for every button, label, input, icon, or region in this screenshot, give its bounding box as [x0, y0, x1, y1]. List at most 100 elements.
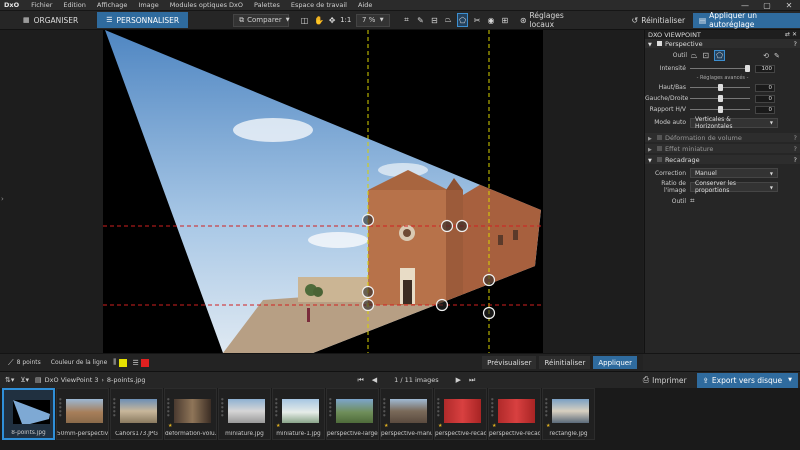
thumbnail-name: rectangle.jpg — [549, 431, 588, 437]
control-point[interactable] — [361, 285, 375, 299]
thumbnail[interactable]: ● ● ● ● ● miniature.jpg — [218, 388, 271, 440]
control-point[interactable] — [482, 273, 496, 287]
grid-overlay-icon[interactable]: ⊞ — [500, 13, 510, 27]
slider-knob[interactable] — [718, 106, 723, 113]
thumbnail[interactable]: ●●●●● ★ perspective-manu... — [380, 388, 433, 440]
slider-knob[interactable] — [745, 65, 750, 72]
gd-slider[interactable] — [690, 95, 750, 102]
control-point[interactable] — [361, 213, 375, 227]
eyedropper-icon[interactable]: ✎ — [415, 13, 425, 27]
help-icon[interactable]: ? — [794, 156, 797, 164]
control-point[interactable] — [482, 306, 496, 320]
recadrage-section-header[interactable]: ▼ Recadrage ? — [645, 155, 800, 164]
ratio-slider[interactable] — [690, 106, 750, 113]
crop-icon[interactable]: ⌗ — [402, 13, 412, 27]
eye-icon[interactable]: ◉ — [486, 13, 496, 27]
ratio-value[interactable]: 0 — [755, 105, 775, 114]
perspective-section-header[interactable]: ▼ Perspective ? — [645, 39, 800, 48]
thumbnail[interactable]: ● ● ● ● ● Cahors173.JPG — [110, 388, 163, 440]
thumbnail[interactable]: ● ● ● ● ● ★ miniature-1.jpg — [272, 388, 325, 440]
control-point[interactable] — [361, 298, 375, 312]
miniature-section-header[interactable]: ▶ Effet miniature ? — [645, 144, 800, 153]
thumbnail[interactable]: ● ● ● ● ● ★ deformation-volu... — [164, 388, 217, 440]
menu-modules-optiques[interactable]: Modules optiques DxO — [170, 1, 243, 9]
print-button[interactable]: ⎙ Imprimer — [643, 375, 687, 385]
enable-checkbox[interactable] — [656, 40, 662, 46]
volume-section-header[interactable]: ▶ Déformation de volume ? — [645, 133, 800, 142]
thumbnail[interactable]: ●●●●● ★ perspective-recad 1 — [434, 388, 487, 440]
hb-slider[interactable] — [690, 84, 750, 91]
points-tool-icon[interactable]: ⟋ — [8, 358, 14, 368]
help-icon[interactable]: ? — [794, 145, 797, 153]
left-panel-toggle-icon[interactable]: › — [1, 195, 4, 203]
split-view-icon[interactable]: ◫ — [299, 13, 310, 27]
next-image-icon[interactable]: ▶ — [456, 376, 461, 384]
perspective-icon[interactable]: ⏢ — [443, 13, 453, 27]
perspective-vertical-icon[interactable]: ⏢ — [691, 51, 697, 61]
menu-aide[interactable]: Aide — [358, 1, 372, 9]
crop-icon[interactable]: ⌗ — [690, 196, 695, 206]
intensity-slider[interactable] — [690, 65, 750, 72]
export-button[interactable]: ⇪ Export vers disque ▼ — [696, 372, 798, 388]
menu-edition[interactable]: Edition — [63, 1, 86, 9]
menu-fichier[interactable]: Fichier — [31, 1, 52, 9]
red-swatch[interactable] — [140, 358, 149, 367]
slider-knob[interactable] — [718, 84, 723, 91]
control-point[interactable] — [440, 219, 454, 233]
perspective-rect-icon[interactable]: ⊡ — [702, 51, 709, 60]
slider-knob[interactable] — [718, 95, 723, 102]
repair-icon[interactable]: ✂ — [472, 13, 482, 27]
help-icon[interactable]: ? — [794, 134, 797, 142]
correction-select[interactable]: Manuel ▼ — [690, 168, 778, 178]
menu-palettes[interactable]: Palettes — [254, 1, 280, 9]
yellow-swatch[interactable] — [118, 358, 127, 367]
maximize-button[interactable]: ▢ — [756, 0, 778, 11]
first-image-icon[interactable]: ⏮ — [357, 376, 363, 385]
mode-select[interactable]: Verticales & Horizontales ▼ — [690, 116, 778, 130]
perspective-points-icon[interactable]: ⬠ — [714, 50, 726, 61]
control-point[interactable] — [455, 219, 469, 233]
disabled-checkbox[interactable] — [656, 156, 662, 162]
close-button[interactable]: ✕ — [778, 0, 800, 11]
sort-icon[interactable]: ⇅▾ — [5, 376, 14, 384]
compare-button[interactable]: ⧉ Comparer ▼ — [233, 13, 290, 27]
image-ratio-select[interactable]: Conserver les proportions ▼ — [690, 180, 778, 194]
thumbnail[interactable]: 8-points.jpg — [2, 388, 55, 440]
hand-icon[interactable]: ✋ — [314, 13, 325, 27]
thumbnail[interactable]: ●●●●● 50mm-perspective... — [56, 388, 109, 440]
last-image-icon[interactable]: ⏭ — [469, 376, 475, 385]
horizon-icon[interactable]: ⊟ — [429, 13, 439, 27]
apply-button[interactable]: Appliquer — [593, 356, 637, 369]
menu-affichage[interactable]: Affichage — [97, 1, 128, 9]
zoom-1-1-button[interactable]: 1:1 — [339, 13, 352, 27]
disabled-checkbox[interactable] — [656, 145, 662, 151]
control-point[interactable] — [435, 298, 449, 312]
zoom-select[interactable]: 7 % ▼ — [356, 13, 390, 27]
image-canvas[interactable] — [103, 30, 543, 353]
move-icon[interactable]: ✥ — [327, 13, 338, 27]
line-reset-button[interactable]: Réinitialiser — [539, 356, 591, 369]
thumbnail[interactable]: ● ● ● ● ● ★ rectangle.jpg — [542, 388, 595, 440]
help-icon[interactable]: ? — [794, 40, 797, 48]
prev-image-icon[interactable]: ◀ — [372, 376, 377, 384]
tab-organise[interactable]: ▦ ORGANISER — [14, 12, 87, 28]
preview-button[interactable]: Prévisualiser — [482, 356, 537, 369]
filter-icon[interactable]: ⊻▾ — [20, 376, 29, 384]
reset-button[interactable]: ↺ Réinitialiser — [632, 13, 686, 27]
menu-espace-de-travail[interactable]: Espace de travail — [291, 1, 347, 9]
panel-options-icon[interactable]: ⇄ ✕ — [785, 31, 797, 38]
thumbnail[interactable]: ●●●●● ★ perspective-recad 2 — [488, 388, 541, 440]
hb-value[interactable]: 0 — [755, 83, 775, 92]
perspective-points-icon[interactable]: ⬠ — [457, 13, 469, 27]
eyedropper-icon[interactable]: ✎ — [774, 52, 780, 60]
tab-personalise[interactable]: ☰ PERSONNALISER — [97, 12, 189, 28]
apply-auto-button[interactable]: ▤ Appliquer un autoréglage — [693, 11, 800, 29]
menu-image[interactable]: Image — [138, 1, 158, 9]
minimize-button[interactable]: — — [734, 0, 756, 11]
gd-value[interactable]: 0 — [755, 94, 775, 103]
intensity-value[interactable]: 100 — [755, 64, 775, 73]
thumbnail[interactable]: ●●●●● perspective-large.j... — [326, 388, 379, 440]
disabled-checkbox[interactable] — [656, 134, 662, 140]
local-settings-button[interactable]: ⊛ Réglages locaux — [520, 11, 584, 29]
reset-panel-icon[interactable]: ⟲ — [763, 52, 769, 60]
